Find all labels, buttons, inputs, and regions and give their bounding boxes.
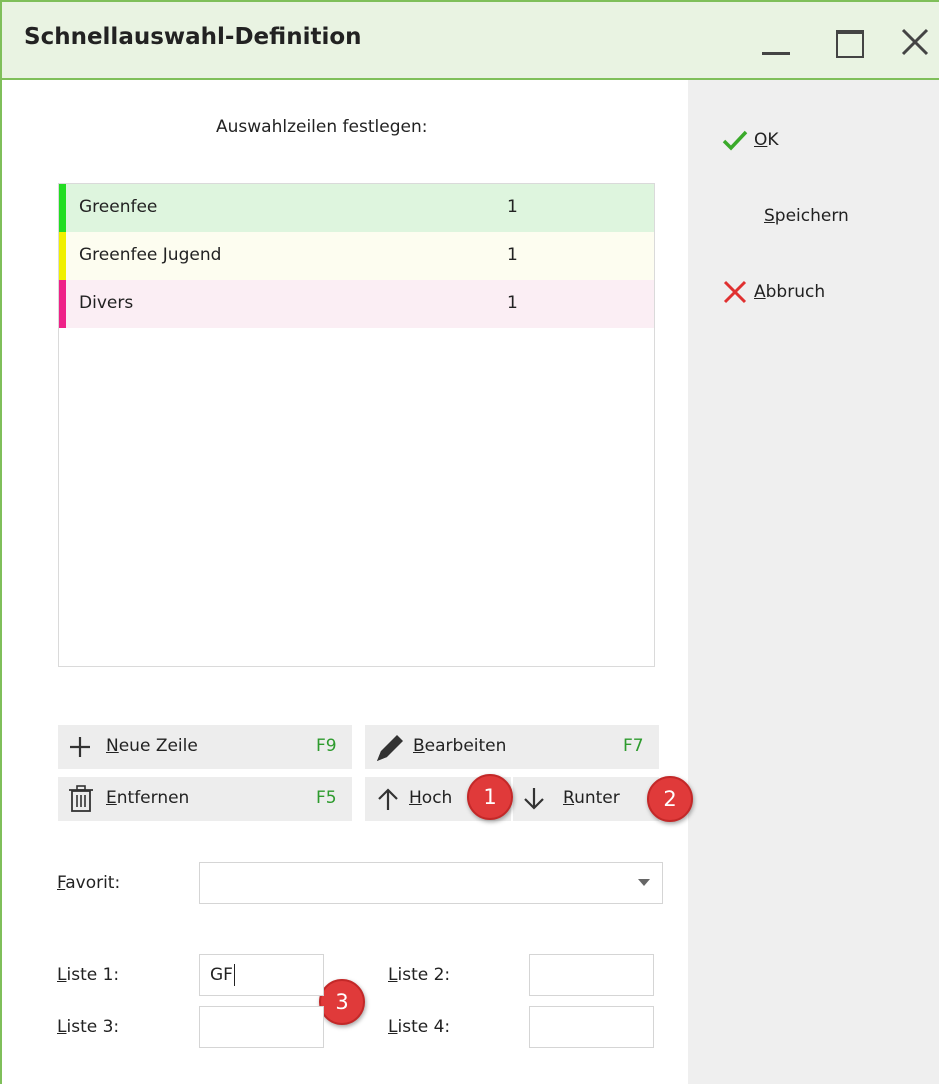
list1-label: Liste 1: [57, 965, 120, 985]
edit-hotkey: F7 [623, 736, 644, 756]
list-heading: Auswahlzeilen festlegen: [216, 117, 428, 137]
annotation-badge-3: 3 [319, 979, 365, 1025]
close-icon [901, 28, 929, 56]
row-color-bar [59, 232, 66, 280]
row-quantity: 1 [507, 245, 518, 265]
row-name: Greenfee [79, 197, 158, 217]
row-quantity: 1 [507, 197, 518, 217]
row-color-bar [59, 280, 66, 328]
arrow-up-icon [378, 788, 398, 810]
list2-input[interactable] [529, 954, 654, 996]
list2-label: Liste 2: [388, 965, 451, 985]
dialog-window: Schnellauswahl-Definition OK Speichern A… [0, 0, 939, 1084]
move-down-label: Runter [563, 788, 620, 808]
row-quantity: 1 [507, 293, 518, 313]
move-down-button[interactable]: Runter [513, 777, 659, 821]
save-button[interactable]: Speichern [764, 198, 849, 234]
plus-icon [70, 737, 90, 757]
list4-label: Liste 4: [388, 1017, 451, 1037]
minimize-button[interactable] [754, 22, 794, 62]
window-title: Schnellauswahl-Definition [24, 24, 362, 50]
arrow-down-icon [524, 788, 544, 810]
remove-button[interactable]: Entfernen F5 [58, 777, 352, 821]
ok-label: OK [754, 130, 779, 150]
new-row-button[interactable]: Neue Zeile F9 [58, 725, 352, 769]
list3-input[interactable] [199, 1006, 324, 1048]
row-color-bar [59, 184, 66, 232]
list-item-greenfee[interactable]: Greenfee 1 [59, 184, 654, 232]
chevron-down-icon [638, 879, 650, 886]
selection-list[interactable]: Greenfee 1 Greenfee Jugend 1 Divers 1 [58, 183, 655, 667]
list-item-divers[interactable]: Divers 1 [59, 280, 654, 328]
list3-label: Liste 3: [57, 1017, 120, 1037]
move-up-label: Hoch [409, 788, 453, 808]
remove-label: Entfernen [106, 788, 190, 808]
pencil-icon [377, 735, 403, 761]
save-label: Speichern [764, 206, 849, 226]
maximize-button[interactable] [828, 22, 868, 62]
cancel-label: Abbruch [754, 282, 826, 302]
row-name: Divers [79, 293, 134, 313]
text-caret [233, 964, 235, 986]
trash-icon [69, 785, 93, 812]
list4-input[interactable] [529, 1006, 654, 1048]
title-bar: Schnellauswahl-Definition [2, 0, 939, 80]
remove-hotkey: F5 [316, 788, 337, 808]
cancel-x-icon [723, 280, 747, 304]
list-item-greenfee-jugend[interactable]: Greenfee Jugend 1 [59, 232, 654, 280]
favorite-label: Favorit: [57, 873, 121, 893]
checkmark-icon [722, 130, 748, 151]
list1-input[interactable]: GF [199, 954, 324, 996]
ok-button[interactable]: OK [722, 122, 779, 158]
edit-label: Bearbeiten [413, 736, 507, 756]
new-row-hotkey: F9 [316, 736, 337, 756]
new-row-label: Neue Zeile [106, 736, 198, 756]
annotation-badge-2: 2 [647, 776, 693, 822]
list1-value: GF [210, 965, 233, 985]
cancel-button[interactable]: Abbruch [722, 274, 825, 310]
close-button[interactable] [895, 22, 935, 62]
edit-button[interactable]: Bearbeiten F7 [365, 725, 659, 769]
favorite-dropdown[interactable] [199, 862, 663, 904]
row-name: Greenfee Jugend [79, 245, 222, 265]
annotation-badge-1: 1 [467, 774, 513, 820]
